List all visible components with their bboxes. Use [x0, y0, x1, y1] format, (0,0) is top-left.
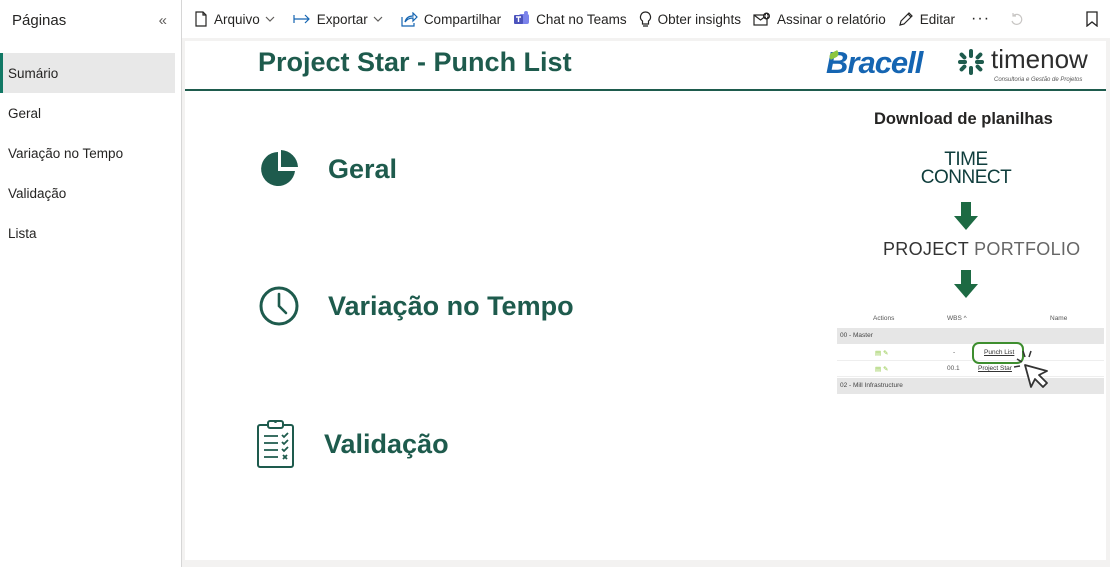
subscribe-mail-icon: [753, 12, 770, 26]
page-item-variacao-no-tempo[interactable]: Variação no Tempo: [0, 133, 175, 173]
company-logos: Bracell timenow Consultoria e Gestão de …: [826, 44, 1101, 89]
bookmark-icon[interactable]: [1076, 0, 1110, 38]
chevron-down-icon: [265, 16, 275, 22]
nav-geral[interactable]: Geral: [260, 149, 397, 189]
page-item-lista[interactable]: Lista: [0, 213, 175, 253]
exportar-menu-button[interactable]: Exportar: [287, 0, 395, 38]
pp-project: PROJECT: [883, 239, 969, 259]
power-bi-report-viewer: Páginas « Sumário Geral Variação no Temp…: [0, 0, 1110, 567]
preview-col-wbs: WBS ^: [947, 315, 967, 322]
preview-table-header: Actions WBS ^ Name: [837, 313, 1104, 325]
file-icon: [195, 11, 207, 27]
pp-portfolio: PORTFOLIO: [974, 239, 1081, 259]
pages-pane: Páginas « Sumário Geral Variação no Temp…: [0, 0, 182, 567]
clock-icon: [259, 286, 299, 326]
nav-variacao-label: Variação no Tempo: [328, 290, 574, 321]
page-item-geral[interactable]: Geral: [0, 93, 175, 133]
bracell-logo: Bracell: [826, 45, 923, 80]
timenow-mark-icon: [958, 49, 984, 75]
time-connect-logo[interactable]: TIME CONNECT: [920, 150, 1012, 188]
tc-line2: CONNECT: [920, 167, 1012, 188]
row-name-link[interactable]: Project Star: [978, 365, 1012, 372]
export-arrow-icon: [293, 14, 310, 24]
page-item-sumario[interactable]: Sumário: [0, 53, 175, 93]
lightbulb-icon: [639, 10, 651, 27]
compartilhar-button[interactable]: Compartilhar: [395, 0, 507, 38]
exportar-label: Exportar: [316, 11, 368, 27]
more-options-button[interactable]: ···: [961, 0, 1000, 38]
page-item-validacao[interactable]: Validação: [0, 173, 175, 213]
assinar-relatorio-button[interactable]: Assinar o relatório: [747, 0, 892, 38]
timenow-logo: timenow: [991, 44, 1088, 74]
nav-validacao[interactable]: Validação: [256, 418, 449, 470]
preview-group-mill: 02 - Mill Infrastructure: [837, 378, 1104, 394]
reset-icon[interactable]: [1000, 0, 1040, 38]
row-action-icons: ▤ ✎: [875, 350, 889, 357]
arrow-down-icon: [954, 202, 978, 230]
cursor-pointer-icon: [1013, 350, 1048, 388]
editar-label: Editar: [919, 11, 956, 27]
report-title: Project Star - Punch List: [258, 47, 572, 77]
row-wbs: 00.1: [947, 365, 960, 372]
report-canvas: Project Star - Punch List Bracell timeno…: [185, 41, 1106, 560]
preview-col-actions: Actions: [873, 315, 895, 322]
row-action-icons: ▤ ✎: [875, 366, 889, 373]
teams-icon: [514, 11, 530, 24]
title-divider: [185, 89, 1106, 91]
nav-variacao-no-tempo[interactable]: Variação no Tempo: [258, 285, 574, 327]
nav-geral-label: Geral: [328, 153, 398, 184]
arquivo-label: Arquivo: [214, 11, 260, 27]
preview-col-name: Name: [1050, 315, 1068, 322]
portfolio-preview-table: Actions WBS ^ Name 00 - Master ▤ ✎ - Pun…: [837, 311, 1104, 394]
timenow-tagline: Consultoria e Gestão de Projetos: [994, 77, 1083, 83]
project-portfolio-logo[interactable]: PROJECT PORTFOLIO: [883, 239, 1080, 260]
row-wbs: -: [953, 349, 956, 356]
chevron-down-icon: [373, 16, 383, 22]
download-section-title: Download de planilhas: [874, 110, 1053, 128]
action-bar: Arquivo Exportar Compartilhar Chat no Te…: [182, 0, 1110, 38]
clipboard-checklist-icon: [257, 420, 294, 468]
assinar-relatorio-label: Assinar o relatório: [776, 11, 886, 27]
page-list: Sumário Geral Variação no Tempo Validaçã…: [0, 53, 181, 253]
collapse-pane-icon[interactable]: «: [159, 12, 167, 29]
pages-pane-title: Páginas: [12, 11, 67, 29]
obter-insights-label: Obter insights: [657, 11, 741, 27]
compartilhar-label: Compartilhar: [423, 11, 502, 27]
editar-button[interactable]: Editar: [892, 0, 961, 38]
obter-insights-button[interactable]: Obter insights: [633, 0, 747, 38]
pie-chart-icon: [261, 150, 298, 186]
chat-no-teams-label: Chat no Teams: [536, 11, 627, 27]
share-icon: [401, 11, 418, 27]
pages-pane-header: Páginas «: [0, 0, 181, 40]
arrow-down-icon: [954, 270, 978, 298]
nav-validacao-label: Validação: [324, 428, 449, 459]
chat-no-teams-button[interactable]: Chat no Teams: [507, 0, 633, 38]
arquivo-menu-button[interactable]: Arquivo: [188, 0, 287, 38]
pencil-icon: [898, 12, 913, 26]
